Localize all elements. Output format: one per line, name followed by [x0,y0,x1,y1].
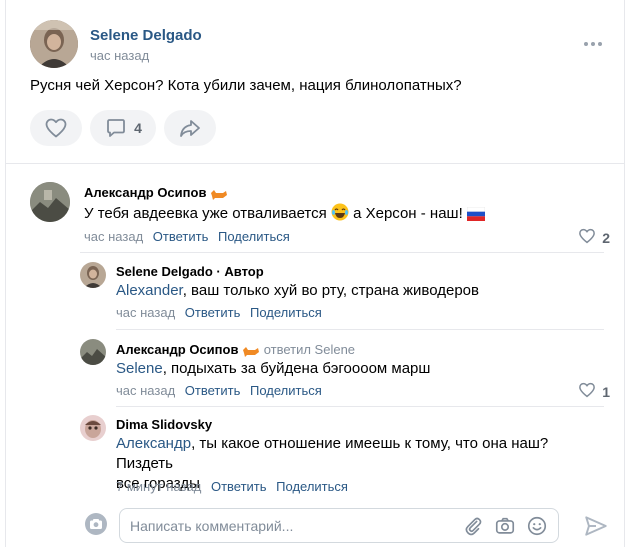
reply-separator [116,329,604,330]
comment-item: Александр Осипов У тебя авдеевка уже отв… [30,182,610,248]
share-arrow-icon [178,116,202,140]
reply-author-avatar[interactable] [80,339,106,365]
post-header: Selene Delgado час назад [30,20,610,68]
send-button[interactable] [583,513,609,539]
send-arrow-icon [583,516,609,543]
post-divider [6,163,624,164]
comments-count: 4 [134,120,142,136]
replied-to-label[interactable]: ответил Selene [264,342,355,357]
reply-text: Selene, подыхать за буйдена бэгоооом мар… [116,360,431,377]
like-button[interactable] [30,110,82,146]
comment-input-box [119,508,559,543]
comment-like-count: 2 [602,229,610,246]
reply-item: Selene Delgado · Автор Alexander, ваш то… [80,262,610,324]
share-link[interactable]: Поделиться [250,305,322,320]
comment-author[interactable]: Александр Осипов [84,185,228,201]
heart-icon [578,381,596,402]
reply-time[interactable]: час назад [116,383,175,398]
reply-meta: час назад Ответить Поделиться [116,305,328,320]
mention-link[interactable]: Alexander [116,282,183,299]
post-text: Русня чей Херсон? Кота убили зачем, наци… [30,77,462,94]
reply-like-button[interactable]: 1 [578,381,610,402]
post-actions: 4 [30,110,216,146]
input-icons [462,515,548,537]
post-author-name[interactable]: Selene Delgado [90,27,202,44]
post-author-avatar[interactable] [30,20,78,68]
reply-link[interactable]: Ответить [211,479,267,494]
fox-icon [242,345,260,358]
reply-item: Александр Осипов ответил Selene Selene, … [80,339,610,401]
post-card: Selene Delgado час назад Русня чей Херсо… [5,0,625,547]
share-link[interactable]: Поделиться [250,383,322,398]
comment-author-name[interactable]: Александр Осипов [84,185,206,200]
reply-time[interactable]: час назад [116,305,175,320]
heart-icon [578,227,596,248]
comment-separator [80,252,604,253]
reply-separator [116,406,604,407]
comment-like-button[interactable]: 2 [578,227,610,248]
more-options-icon[interactable] [584,42,602,46]
share-link[interactable]: Поделиться [218,229,290,244]
heart-icon [44,116,68,140]
comment-composer [83,508,619,543]
mention-link[interactable]: Selene [116,360,163,377]
comment-time[interactable]: час назад [84,229,143,244]
share-link[interactable]: Поделиться [276,479,348,494]
reply-author[interactable]: Selene Delgado · Автор [116,264,264,279]
reply-link[interactable]: Ответить [185,305,241,320]
reply-author-name[interactable]: Dima Slidovsky [116,417,212,432]
laughing-emoji-icon [331,203,349,227]
reply-link[interactable]: Ответить [153,229,209,244]
reply-author-name[interactable]: Selene Delgado [116,264,213,279]
reply-author[interactable]: Александр Осипов ответил Selene [116,342,355,358]
photo-camera-icon[interactable] [494,515,516,537]
post-time[interactable]: час назад [90,48,149,63]
reply-author-avatar[interactable] [80,415,106,441]
reply-meta: час назад Ответить Поделиться [116,383,328,398]
russia-flag-icon [466,206,486,227]
mention-link[interactable]: Александр [116,435,191,452]
comment-meta: час назад Ответить Поделиться [84,229,296,244]
reply-author-avatar[interactable] [80,262,106,288]
comments-button[interactable]: 4 [90,110,156,146]
reply-time[interactable]: 7 минут назад [116,479,201,494]
reply-item: Dima Slidovsky Александр, ты какое отнош… [80,415,610,497]
reply-text: Alexander, ваш только хуй во рту, страна… [116,282,479,299]
camera-button[interactable] [83,512,109,541]
comment-input[interactable] [130,509,450,542]
comment-icon [104,116,128,140]
comment-author-avatar[interactable] [30,182,70,222]
reply-like-count: 1 [602,383,610,400]
reply-author-name[interactable]: Александр Осипов [116,342,238,357]
paperclip-icon[interactable] [462,515,484,537]
camera-icon [84,512,108,541]
reply-meta: 7 минут назад Ответить Поделиться [116,479,354,494]
fox-icon [210,188,228,201]
smile-icon[interactable] [526,515,548,537]
share-button[interactable] [164,110,216,146]
reply-link[interactable]: Ответить [185,383,241,398]
author-badge: · Автор [212,264,264,279]
comment-text: У тебя авдеевка уже отваливается а Херсо… [84,203,486,227]
